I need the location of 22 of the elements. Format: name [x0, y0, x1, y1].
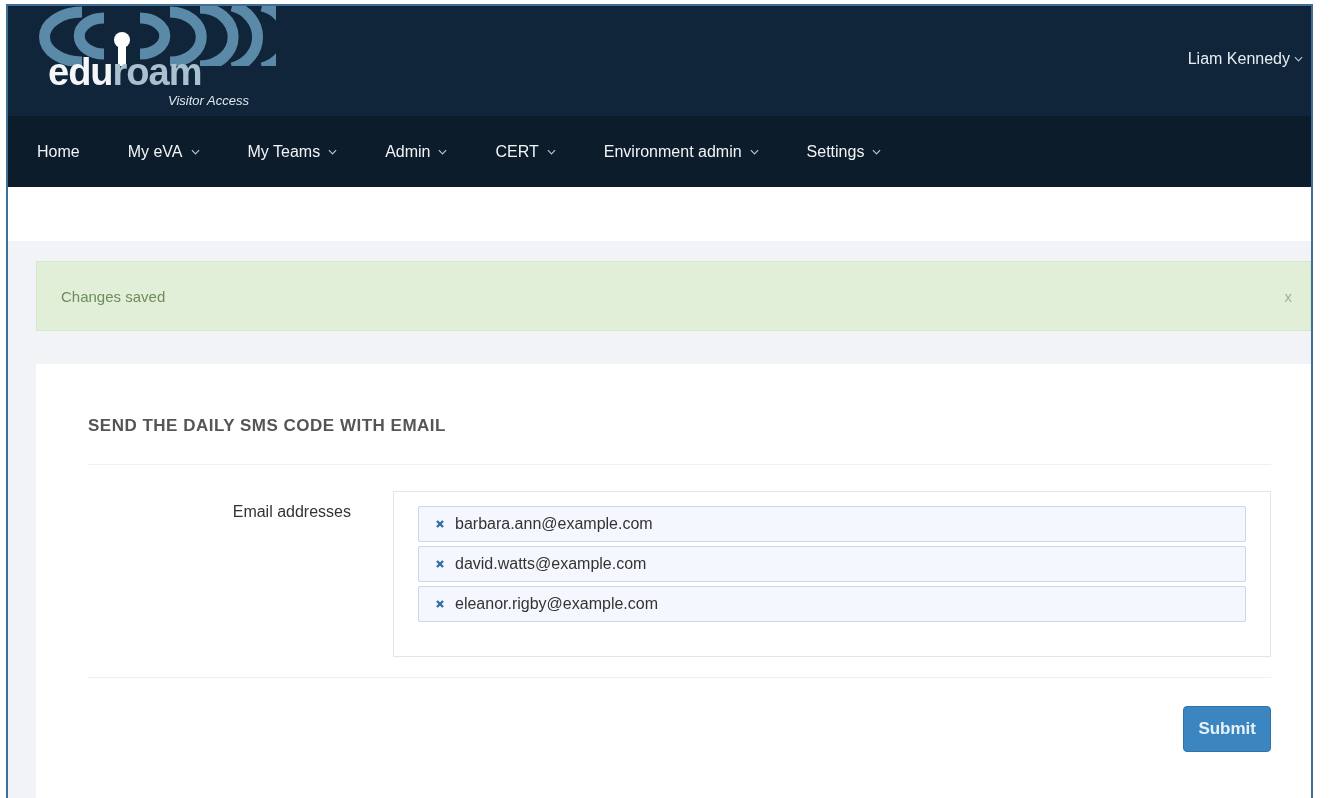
- remove-icon[interactable]: [435, 519, 445, 529]
- form-title: SEND THE DAILY SMS CODE WITH EMAIL: [88, 416, 1271, 465]
- nav-menu[interactable]: My eVA: [127, 142, 200, 161]
- nav-menu[interactable]: Admin: [385, 142, 448, 161]
- email-tag-field[interactable]: barbara.ann@example.com david.watts@example.com eleanor.rigby@example.com: [393, 491, 1271, 657]
- nav-link[interactable]: Home: [37, 142, 80, 161]
- user-menu[interactable]: Liam Kennedy: [1187, 50, 1303, 68]
- field-label: Email addresses: [231, 502, 352, 522]
- email-address: david.watts@example.com: [455, 555, 647, 573]
- logo-text: edu: [48, 51, 113, 93]
- email-address: eleanor.rigby@example.com: [455, 595, 658, 613]
- nav-menu[interactable]: Environment admin: [603, 142, 759, 161]
- remove-icon[interactable]: [435, 599, 445, 609]
- logo[interactable]: eduroam Visitor Access: [36, 6, 276, 116]
- logo-text: roam: [112, 51, 202, 93]
- email-address: barbara.ann@example.com: [455, 515, 653, 533]
- nav-menu[interactable]: My Teams: [247, 142, 338, 161]
- remove-icon[interactable]: [435, 559, 445, 569]
- logo-tagline: Visitor Access: [168, 93, 249, 108]
- alert-message: Changes saved: [61, 287, 166, 305]
- nav-menu[interactable]: Settings: [806, 142, 882, 161]
- nav-menu[interactable]: CERT: [495, 142, 556, 161]
